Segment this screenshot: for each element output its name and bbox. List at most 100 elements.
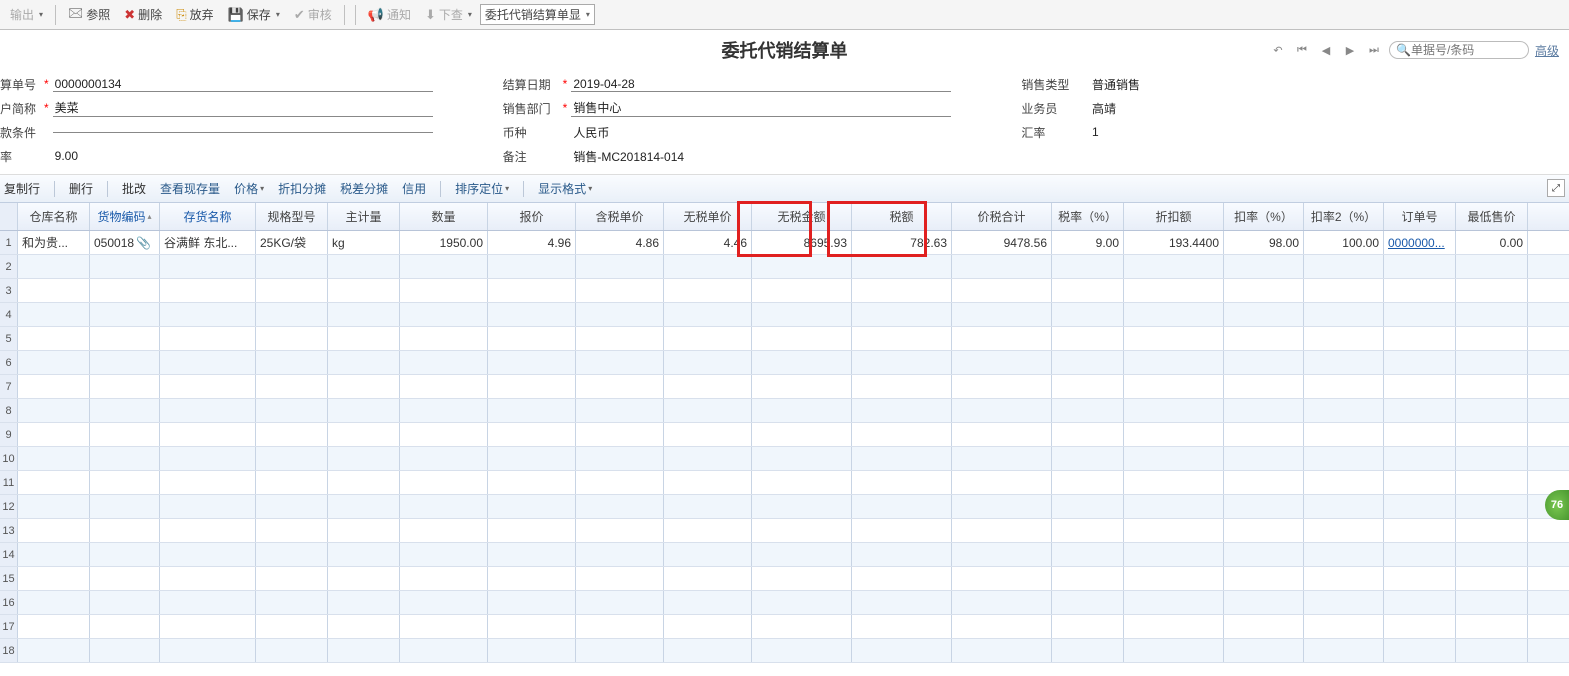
- cell-taxrate[interactable]: [1052, 375, 1124, 398]
- cell-order[interactable]: [1384, 567, 1456, 590]
- cell-order[interactable]: [1384, 351, 1456, 374]
- reference-button[interactable]: 🖂参照: [62, 2, 116, 28]
- delrow-action[interactable]: 删行: [69, 180, 93, 197]
- cell-spec[interactable]: [256, 519, 328, 542]
- cell-minprice[interactable]: [1456, 615, 1528, 638]
- cell-spec[interactable]: [256, 255, 328, 278]
- cell-order[interactable]: [1384, 471, 1456, 494]
- table-row[interactable]: 7: [0, 375, 1569, 399]
- cell-qty[interactable]: [400, 639, 488, 662]
- cell-qty[interactable]: [400, 519, 488, 542]
- cell-spec[interactable]: [256, 567, 328, 590]
- table-row[interactable]: 13: [0, 519, 1569, 543]
- cell-code[interactable]: [90, 447, 160, 470]
- cell-taxrate[interactable]: [1052, 495, 1124, 518]
- cell-notaxprice[interactable]: [664, 351, 752, 374]
- cell-price[interactable]: [488, 375, 576, 398]
- cell-price[interactable]: [488, 399, 576, 422]
- cell-qty[interactable]: [400, 351, 488, 374]
- cell-unit[interactable]: [328, 495, 400, 518]
- cell-spec[interactable]: 25KG/袋: [256, 231, 328, 254]
- cell-discrate2[interactable]: [1304, 447, 1384, 470]
- cell-minprice[interactable]: [1456, 519, 1528, 542]
- cell-discamt[interactable]: [1124, 327, 1224, 350]
- cell-total[interactable]: [952, 543, 1052, 566]
- cell-unit[interactable]: kg: [328, 231, 400, 254]
- audit-button[interactable]: ✔审核: [288, 4, 338, 25]
- cell-notaxprice[interactable]: [664, 303, 752, 326]
- cell-discrate[interactable]: [1224, 639, 1304, 662]
- cell-discrate[interactable]: [1224, 543, 1304, 566]
- cell-taxamt[interactable]: [852, 447, 952, 470]
- col-discrate2[interactable]: 扣率2（%）: [1304, 203, 1384, 230]
- cell-discrate[interactable]: [1224, 351, 1304, 374]
- cell-taxamt[interactable]: 782.63: [852, 231, 952, 254]
- cell-total[interactable]: [952, 471, 1052, 494]
- cell-taxamt[interactable]: [852, 351, 952, 374]
- cell-discrate2[interactable]: [1304, 567, 1384, 590]
- cell-code[interactable]: [90, 519, 160, 542]
- cell-discamt[interactable]: [1124, 303, 1224, 326]
- cell-spec[interactable]: [256, 399, 328, 422]
- cell-discrate2[interactable]: 100.00: [1304, 231, 1384, 254]
- cell-taxprice[interactable]: [576, 327, 664, 350]
- cell-code[interactable]: [90, 303, 160, 326]
- cell-discrate[interactable]: [1224, 327, 1304, 350]
- cell-discamt[interactable]: [1124, 543, 1224, 566]
- cell-code[interactable]: 050018 📎: [90, 231, 160, 254]
- cell-code[interactable]: [90, 639, 160, 662]
- cell-order[interactable]: [1384, 255, 1456, 278]
- cell-taxrate[interactable]: [1052, 567, 1124, 590]
- credit-action[interactable]: 信用: [402, 180, 426, 197]
- cell-discamt[interactable]: [1124, 519, 1224, 542]
- cell-notaxprice[interactable]: [664, 255, 752, 278]
- cell-taxrate[interactable]: [1052, 591, 1124, 614]
- cell-taxrate[interactable]: [1052, 471, 1124, 494]
- cell-code[interactable]: [90, 591, 160, 614]
- cell-order[interactable]: [1384, 279, 1456, 302]
- cell-warehouse[interactable]: [18, 423, 90, 446]
- cell-name[interactable]: [160, 471, 256, 494]
- cell-taxamt[interactable]: [852, 591, 952, 614]
- undo-icon[interactable]: ↶: [1269, 41, 1287, 59]
- first-icon[interactable]: ⏮: [1293, 41, 1311, 59]
- cell-taxprice[interactable]: [576, 519, 664, 542]
- cell-warehouse[interactable]: [18, 567, 90, 590]
- cell-notaxprice[interactable]: [664, 327, 752, 350]
- cell-discamt[interactable]: [1124, 639, 1224, 662]
- cell-unit[interactable]: [328, 615, 400, 638]
- cell-discrate2[interactable]: [1304, 615, 1384, 638]
- cell-total[interactable]: [952, 495, 1052, 518]
- cell-notaxprice[interactable]: [664, 519, 752, 542]
- cell-warehouse[interactable]: [18, 375, 90, 398]
- col-taxamt[interactable]: 税额: [852, 203, 952, 230]
- discard-button[interactable]: ⎘放弃: [170, 4, 219, 25]
- cell-qty[interactable]: [400, 327, 488, 350]
- cell-notaxamt[interactable]: [752, 591, 852, 614]
- display-select[interactable]: 委托代销结算单显▾: [480, 4, 595, 25]
- cell-discrate2[interactable]: [1304, 471, 1384, 494]
- col-price[interactable]: 报价: [488, 203, 576, 230]
- cell-code[interactable]: [90, 399, 160, 422]
- cell-notaxprice[interactable]: [664, 639, 752, 662]
- cell-total[interactable]: 9478.56: [952, 231, 1052, 254]
- discsplit-action[interactable]: 折扣分摊: [278, 180, 326, 197]
- cell-discrate2[interactable]: [1304, 303, 1384, 326]
- cell-total[interactable]: [952, 447, 1052, 470]
- cell-warehouse[interactable]: [18, 279, 90, 302]
- cell-name[interactable]: [160, 543, 256, 566]
- cell-spec[interactable]: [256, 639, 328, 662]
- rate-field[interactable]: 9.00: [53, 149, 433, 163]
- col-notaxprice[interactable]: 无税单价: [664, 203, 752, 230]
- cell-code[interactable]: [90, 615, 160, 638]
- cell-qty[interactable]: [400, 423, 488, 446]
- cell-unit[interactable]: [328, 303, 400, 326]
- cell-notaxprice[interactable]: [664, 447, 752, 470]
- cell-discamt[interactable]: [1124, 615, 1224, 638]
- cell-discrate2[interactable]: [1304, 399, 1384, 422]
- cell-taxrate[interactable]: [1052, 423, 1124, 446]
- cell-warehouse[interactable]: [18, 495, 90, 518]
- cell-warehouse[interactable]: [18, 591, 90, 614]
- cell-taxprice[interactable]: [576, 567, 664, 590]
- cell-total[interactable]: [952, 303, 1052, 326]
